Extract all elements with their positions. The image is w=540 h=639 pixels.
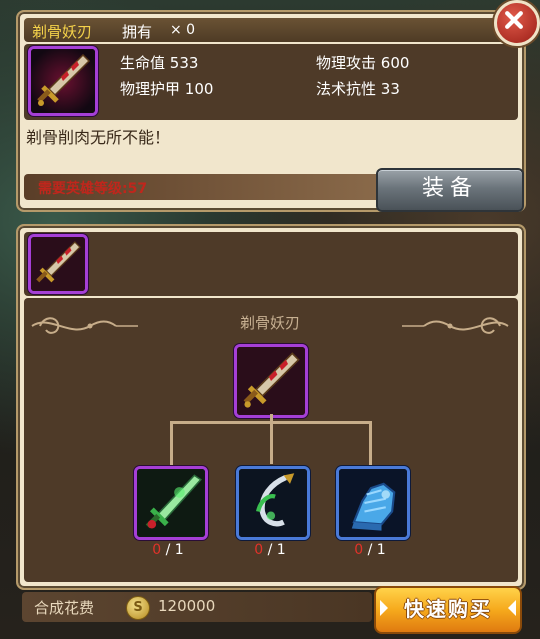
- level-requirement: 需要英雄等级:57: [38, 181, 148, 197]
- item-name: 剃骨妖刃: [32, 23, 93, 41]
- own-label: 拥有: [122, 23, 153, 41]
- component-need-1: / 1: [165, 542, 184, 558]
- item-header: 剃骨妖刃 拥有 × 0: [24, 18, 518, 42]
- close-icon: [505, 11, 523, 29]
- craft-cost-label: 合成花费: [34, 599, 95, 617]
- close-button[interactable]: [494, 0, 540, 46]
- component-have-3: 0: [354, 542, 364, 558]
- recipe-slot-demon-blade-icon[interactable]: [28, 234, 88, 294]
- own-count: × 0: [170, 22, 196, 38]
- tree-connector-left: [170, 421, 173, 465]
- recipe-strip: [24, 232, 518, 296]
- stat-value-attack: 600: [380, 54, 410, 72]
- recipe-title: 剃骨妖刃: [239, 314, 300, 332]
- equip-button[interactable]: 装备: [376, 168, 524, 212]
- component-have-2: 0: [254, 542, 264, 558]
- component-green-sword-icon[interactable]: [134, 466, 208, 540]
- tree-connector-horizontal: [170, 421, 372, 424]
- quick-buy-label: 快速购买: [404, 597, 492, 621]
- stat-label-hp: 生命值 533: [120, 54, 199, 72]
- component-count-2: 0 / 1: [240, 542, 300, 558]
- coin-icon: S: [126, 596, 150, 620]
- item-info-panel: 剃骨妖刃 拥有 × 0 生命值 533 物理攻击 600 物理护甲 100 法术…: [16, 10, 526, 212]
- stat-value-resist: 33: [380, 80, 400, 98]
- component-have-1: 0: [152, 542, 162, 558]
- quick-buy-button[interactable]: 快速购买: [374, 586, 522, 634]
- craft-target-demon-blade-icon[interactable]: [234, 344, 308, 418]
- requirement-bar: 需要英雄等级:57: [24, 174, 384, 200]
- component-blue-gauntlet-icon[interactable]: [336, 466, 410, 540]
- stat-label-attack: 物理攻击 600: [316, 54, 410, 72]
- component-need-2: / 1: [267, 542, 286, 558]
- stats-box: 生命值 533 物理攻击 600 物理护甲 100 法术抗性 33: [24, 44, 518, 120]
- component-need-3: / 1: [367, 542, 386, 558]
- component-count-1: 0 / 1: [138, 542, 198, 558]
- stat-label-armor: 物理护甲 100: [120, 80, 214, 98]
- stat-value-hp: 533: [169, 54, 199, 72]
- component-count-3: 0 / 1: [340, 542, 400, 558]
- component-curved-dagger-icon[interactable]: [236, 466, 310, 540]
- craft-cost-value: 120000: [158, 597, 216, 615]
- arrow-right-icon: [380, 600, 388, 616]
- tree-connector-right: [369, 421, 372, 465]
- arrow-left-icon: [508, 600, 516, 616]
- craft-cost-bar: 合成花费 S 120000: [22, 592, 372, 622]
- stat-value-armor: 100: [184, 80, 214, 98]
- stat-label-resist: 法术抗性 33: [316, 80, 400, 98]
- demon-blade-icon: [28, 46, 98, 116]
- item-description: 剃骨削肉无所不能！: [26, 128, 171, 147]
